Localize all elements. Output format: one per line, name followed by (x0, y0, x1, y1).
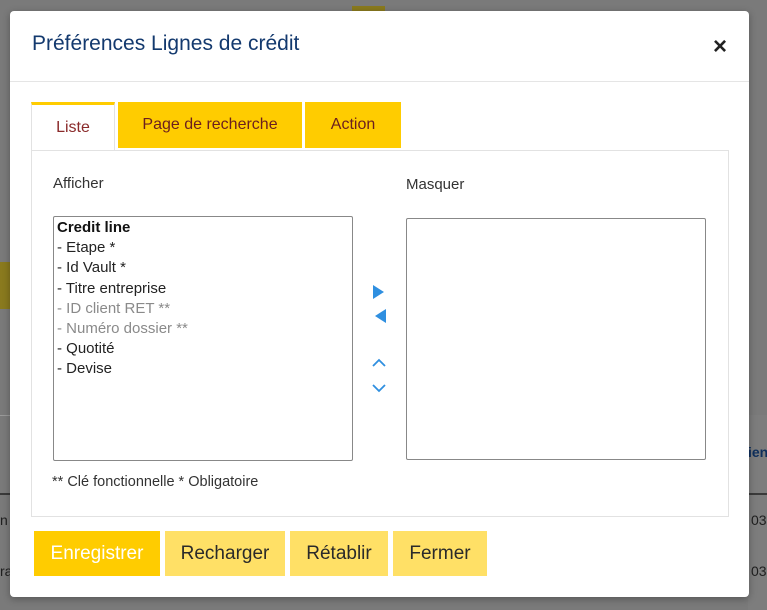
list-tab-panel: Afficher Masquer Credit line - Etape * -… (31, 150, 729, 517)
list-item-disabled: - Numéro dossier ** (57, 320, 188, 338)
background-divider (0, 415, 10, 416)
list-group-header: Credit line (57, 219, 131, 236)
tab-liste[interactable]: Liste (31, 102, 115, 150)
background-button-fragment (0, 262, 10, 309)
reload-button[interactable]: Recharger (165, 531, 285, 576)
background-text: ien (748, 444, 767, 460)
arrow-left-icon[interactable] (375, 309, 386, 323)
background-text: n (0, 512, 8, 528)
hidden-columns-list[interactable] (406, 218, 706, 460)
background-text: 034 (751, 512, 767, 528)
list-item[interactable]: - Etape * (57, 238, 349, 258)
arrow-right-icon[interactable] (373, 285, 384, 299)
list-item-disabled: - ID client RET ** (57, 299, 171, 317)
show-column-label: Afficher (53, 175, 104, 192)
background-text: 034 (751, 563, 767, 579)
reset-button[interactable]: Rétablir (290, 531, 388, 576)
tab-action[interactable]: Action (305, 102, 401, 148)
legend-text: ** Clé fonctionnelle * Obligatoire (52, 474, 259, 490)
list-item[interactable]: - Quotité (57, 339, 349, 359)
list-item[interactable]: - Devise (57, 359, 349, 379)
save-button[interactable]: Enregistrer (34, 531, 160, 576)
dialog-title: Préférences Lignes de crédit (32, 32, 300, 55)
list-item[interactable]: - Titre entreprise (57, 279, 349, 299)
close-icon[interactable]: × (706, 33, 734, 61)
shown-columns-list[interactable]: Credit line - Etape * - Id Vault * - Tit… (53, 216, 353, 461)
hide-column-label: Masquer (406, 176, 465, 193)
close-button[interactable]: Fermer (393, 531, 487, 576)
list-item[interactable]: - Id Vault * (57, 258, 349, 278)
chevron-up-icon[interactable] (370, 356, 388, 370)
dialog-header: Préférences Lignes de crédit × (10, 11, 749, 82)
chevron-down-icon[interactable] (370, 381, 388, 395)
tab-page-de-recherche[interactable]: Page de recherche (118, 102, 302, 148)
preferences-dialog: Préférences Lignes de crédit × Liste Pag… (10, 11, 749, 597)
